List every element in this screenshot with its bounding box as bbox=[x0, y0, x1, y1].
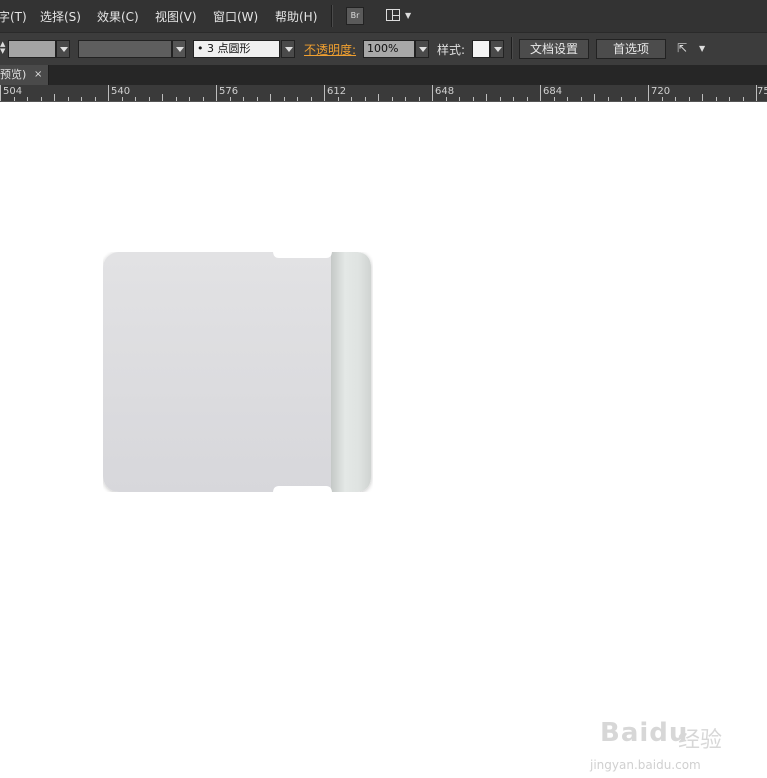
watermark-brand: Baidu bbox=[600, 718, 689, 748]
menu-type[interactable]: 字(T) bbox=[0, 8, 27, 25]
workspace-layout-icon[interactable] bbox=[386, 9, 400, 21]
control-separator bbox=[511, 37, 513, 59]
arrange-chevron-down-icon[interactable]: ▼ bbox=[699, 44, 705, 53]
document-setup-button[interactable]: 文档设置 bbox=[519, 39, 589, 59]
ruler-label: 504 bbox=[3, 86, 23, 97]
brush-definition-dropdown[interactable] bbox=[281, 40, 295, 58]
ruler-label: 648 bbox=[435, 86, 455, 97]
ruler-label: 540 bbox=[111, 86, 131, 97]
baidu-watermark: Baidu 经验 jingyan.baidu.com bbox=[586, 708, 736, 778]
stroke-weight-field[interactable] bbox=[8, 40, 56, 58]
menu-separator bbox=[331, 5, 333, 27]
menu-select[interactable]: 选择(S) bbox=[40, 8, 81, 25]
variable-width-dropdown[interactable] bbox=[172, 40, 186, 58]
menu-window[interactable]: 窗口(W) bbox=[213, 8, 258, 25]
document-tab-title: 预览) bbox=[0, 68, 27, 81]
opacity-label[interactable]: 不透明度: bbox=[304, 41, 356, 58]
brush-definition-field[interactable]: • 3 点圆形 bbox=[193, 40, 280, 58]
bridge-button[interactable]: Br bbox=[346, 7, 364, 25]
preferences-button[interactable]: 首选项 bbox=[596, 39, 666, 59]
artboard-canvas[interactable]: Baidu 经验 jingyan.baidu.com bbox=[0, 102, 767, 772]
stroke-spinner-icon[interactable]: ▲ ▼ bbox=[0, 41, 5, 55]
stroke-weight-dropdown[interactable] bbox=[56, 40, 70, 58]
style-swatch[interactable] bbox=[472, 40, 490, 58]
menu-effect[interactable]: 效果(C) bbox=[97, 8, 139, 25]
style-label: 样式: bbox=[437, 43, 466, 57]
style-dropdown[interactable] bbox=[490, 40, 504, 58]
control-bar: ▲ ▼ • 3 点圆形 不透明度: 100% 样式: 文档设置 首选项 ⇱ ▼ bbox=[0, 32, 767, 65]
ruler-label: 684 bbox=[543, 86, 563, 97]
menu-help[interactable]: 帮助(H) bbox=[275, 8, 317, 25]
opacity-dropdown[interactable] bbox=[415, 40, 429, 58]
watermark-suffix: 经验 bbox=[678, 728, 723, 753]
rounded-card-shape[interactable] bbox=[103, 252, 373, 492]
ruler-label: 720 bbox=[651, 86, 671, 97]
layout-chevron-down-icon[interactable]: ▼ bbox=[405, 11, 411, 20]
menu-view[interactable]: 视图(V) bbox=[155, 8, 197, 25]
ruler-label: 75 bbox=[757, 86, 767, 97]
variable-width-field[interactable] bbox=[78, 40, 172, 58]
ruler-label: 612 bbox=[327, 86, 347, 97]
watermark-url: jingyan.baidu.com bbox=[590, 758, 701, 772]
document-tab-strip: 预览) × bbox=[0, 65, 767, 85]
close-icon[interactable]: × bbox=[34, 65, 42, 85]
opacity-field[interactable]: 100% bbox=[363, 40, 415, 58]
arrange-icon[interactable]: ⇱ bbox=[677, 41, 687, 55]
horizontal-ruler[interactable]: 504 540 576 612 648 684 720 75 bbox=[0, 85, 767, 102]
ruler-label: 576 bbox=[219, 86, 239, 97]
document-tab[interactable]: 预览) × bbox=[0, 65, 49, 85]
menu-bar: 字(T) 选择(S) 效果(C) 视图(V) 窗口(W) 帮助(H) Br ▼ bbox=[0, 0, 767, 32]
